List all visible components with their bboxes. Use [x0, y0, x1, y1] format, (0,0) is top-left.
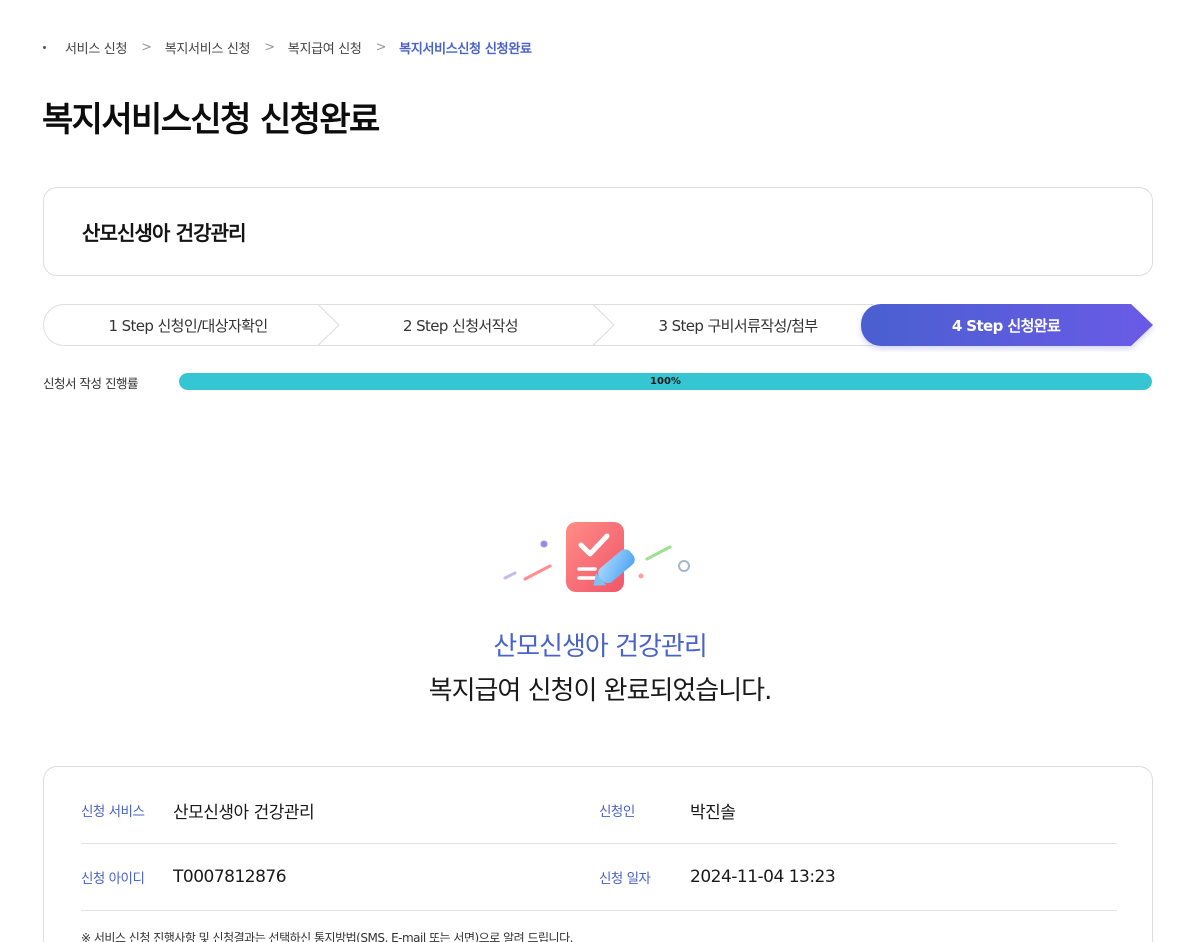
info-row: 신청 서비스 산모신생아 건강관리 신청인 박진솔: [81, 777, 1117, 844]
page-title: 복지서비스신청 신청완료: [42, 100, 380, 140]
step-3: 3 Step 구비서류작성/첨부: [658, 316, 818, 335]
breadcrumb-item[interactable]: 복지급여 신청: [288, 38, 362, 57]
step-1: 1 Step 신청인/대상자확인: [108, 316, 268, 335]
notice-text: ※ 서비스 신청 진행사항 및 신청결과는 선택하신 통지방법(SMS, E-m…: [81, 931, 573, 942]
breadcrumb-current: 복지서비스신청 신청완료: [399, 41, 532, 57]
application-info: 신청 서비스 산모신생아 건강관리 신청인 박진솔 신청 아이디 T000781…: [43, 766, 1153, 942]
completion-message: 복지급여 신청이 완료되었습니다.: [428, 676, 773, 706]
date-label: 신청 일자: [599, 871, 651, 887]
service-name-box: 산모신생아 건강관리: [43, 187, 1153, 276]
breadcrumb-item[interactable]: 복지서비스 신청: [165, 38, 251, 57]
checklist-pencil-icon: [500, 515, 700, 600]
breadcrumb: 서비스 신청 > 복지서비스 신청 > 복지급여 신청 > 복지서비스신청 신청…: [43, 38, 532, 57]
chevron-right-icon: >: [264, 39, 275, 55]
progress-label: 신청서 작성 진행률: [43, 376, 138, 391]
date-value: 2024-11-04 13:23: [690, 867, 836, 887]
service-value: 산모신생아 건강관리: [173, 802, 315, 823]
breadcrumb-item[interactable]: 서비스 신청: [65, 38, 127, 57]
id-value: T0007812876: [173, 867, 287, 887]
info-row: 신청 아이디 T0007812876 신청 일자 2024-11-04 13:2…: [81, 844, 1117, 911]
step-4: 4 Step 신청완료: [951, 316, 1061, 335]
chevron-right-icon: >: [375, 39, 387, 55]
completion-service: 산모신생아 건강관리: [493, 632, 708, 662]
service-label: 신청 서비스: [81, 804, 145, 820]
service-name: 산모신생아 건강관리: [82, 221, 246, 245]
applicant-value: 박진솔: [690, 802, 736, 823]
id-label: 신청 아이디: [81, 871, 145, 887]
progress-bar: 100%: [179, 373, 1152, 390]
progress-row: 신청서 작성 진행률 100%: [43, 372, 1153, 392]
applicant-label: 신청인: [599, 804, 635, 820]
step-2: 2 Step 신청서작성: [402, 316, 519, 335]
chevron-right-icon: >: [141, 39, 152, 55]
step-indicator: 1 Step 신청인/대상자확인 2 Step 신청서작성 3 Step 구비서…: [43, 304, 1153, 346]
progress-text: 100%: [650, 376, 681, 387]
bullet-icon: [43, 45, 46, 49]
